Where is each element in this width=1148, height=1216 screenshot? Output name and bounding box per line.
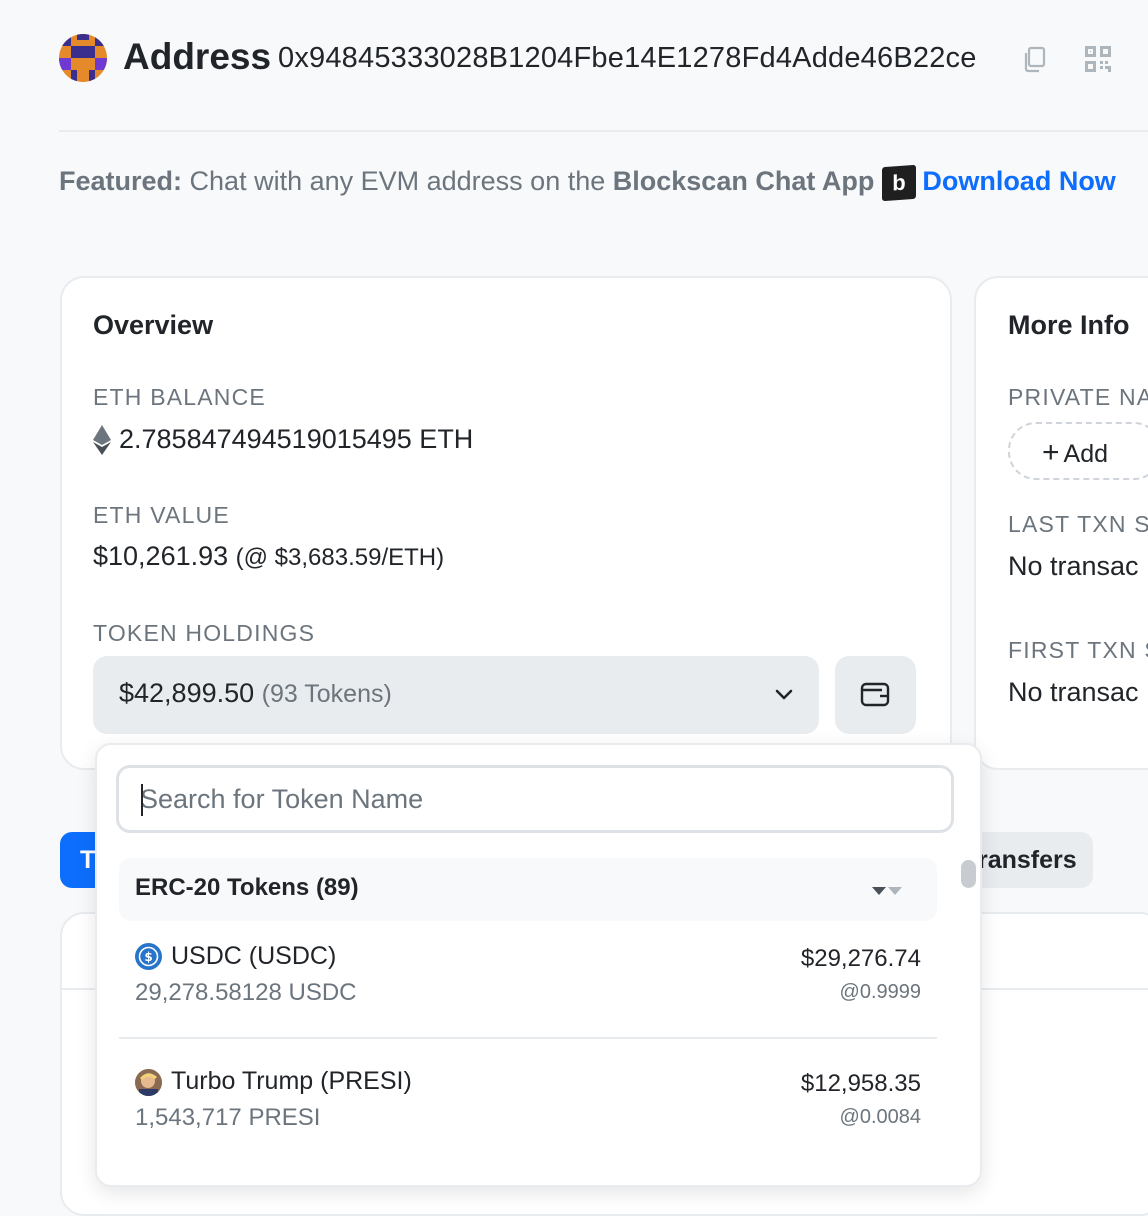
copy-icon[interactable]: [1020, 44, 1050, 74]
plus-icon: +: [1042, 436, 1060, 469]
first-txn-value: No transac: [1008, 677, 1139, 707]
featured-text: Chat with any EVM address on the: [182, 166, 613, 197]
add-label: Add: [1063, 440, 1109, 468]
first-txn-label: FIRST TXN S: [1008, 637, 1148, 663]
dropdown-scrollbar[interactable]: [961, 860, 976, 888]
address-hash: 0x94845333028B1204Fbe14E1278Fd4Adde46B22…: [278, 42, 977, 74]
token-search-placeholder: Search for Token Name: [140, 784, 424, 814]
token-row-divider: [119, 1037, 937, 1039]
eth-balance-value: 2.785847494519015495 ETH: [119, 424, 474, 454]
svg-text:$: $: [144, 950, 152, 964]
eth-value-label: ETH VALUE: [93, 502, 230, 528]
download-now-link[interactable]: Download Now: [922, 166, 1115, 196]
add-name-tag-text: + Add: [1042, 436, 1108, 470]
tab-transactions-label: T: [80, 846, 96, 874]
address-avatar: [59, 34, 107, 82]
token-balance: 29,278.58128 USDC: [135, 979, 357, 1006]
wallet-icon: [860, 680, 890, 708]
token-holdings-label: TOKEN HOLDINGS: [93, 620, 316, 646]
usdc-icon: $: [135, 943, 162, 970]
overview-title: Overview: [93, 310, 214, 340]
token-usd-value: $12,958.35: [800, 1070, 921, 1097]
eth-value-usd: $10,261.93: [93, 541, 229, 571]
sort-icon[interactable]: [870, 884, 904, 898]
qr-code-icon[interactable]: [1083, 44, 1113, 74]
chevron-down-icon: [772, 682, 796, 706]
eth-balance-label: ETH BALANCE: [93, 384, 266, 410]
ethereum-icon: [93, 425, 111, 455]
token-holdings-value: $42,899.50 (93 Tokens): [119, 678, 392, 709]
featured-prefix: Featured:: [59, 166, 183, 197]
token-name[interactable]: USDC (USDC): [171, 942, 336, 971]
token-balance: 1,543,717 PRESI: [135, 1104, 321, 1131]
header-divider: [59, 130, 1148, 132]
tab-transfers-label: ransfers: [978, 846, 1077, 874]
featured-app-name: Blockscan Chat App: [612, 166, 875, 197]
token-count: (93 Tokens): [261, 680, 392, 708]
more-info-title: More Info: [1008, 310, 1130, 340]
last-txn-value: No transac: [1008, 551, 1139, 581]
page-title: Address: [123, 36, 272, 77]
blockscan-logo-icon: b: [882, 164, 917, 202]
token-rate: @0.9999: [839, 981, 921, 1003]
erc20-group-title: ERC-20 Tokens (89): [135, 874, 359, 901]
last-txn-label: LAST TXN S: [1008, 511, 1148, 537]
featured-banner: Featured: Chat with any EVM address on t…: [59, 164, 1116, 202]
presi-icon: [135, 1069, 162, 1096]
token-rate: @0.0084: [839, 1106, 921, 1128]
eth-price: (@ $3,683.59/ETH): [235, 544, 445, 571]
private-name-tag-label: PRIVATE NA: [1008, 384, 1148, 410]
text-caret: [141, 784, 143, 816]
token-usd-value: $29,276.74: [800, 945, 921, 972]
eth-value: $10,261.93 (@ $3,683.59/ETH): [93, 541, 444, 572]
token-holdings-usd: $42,899.50: [119, 678, 255, 708]
token-name[interactable]: Turbo Trump (PRESI): [171, 1067, 412, 1096]
